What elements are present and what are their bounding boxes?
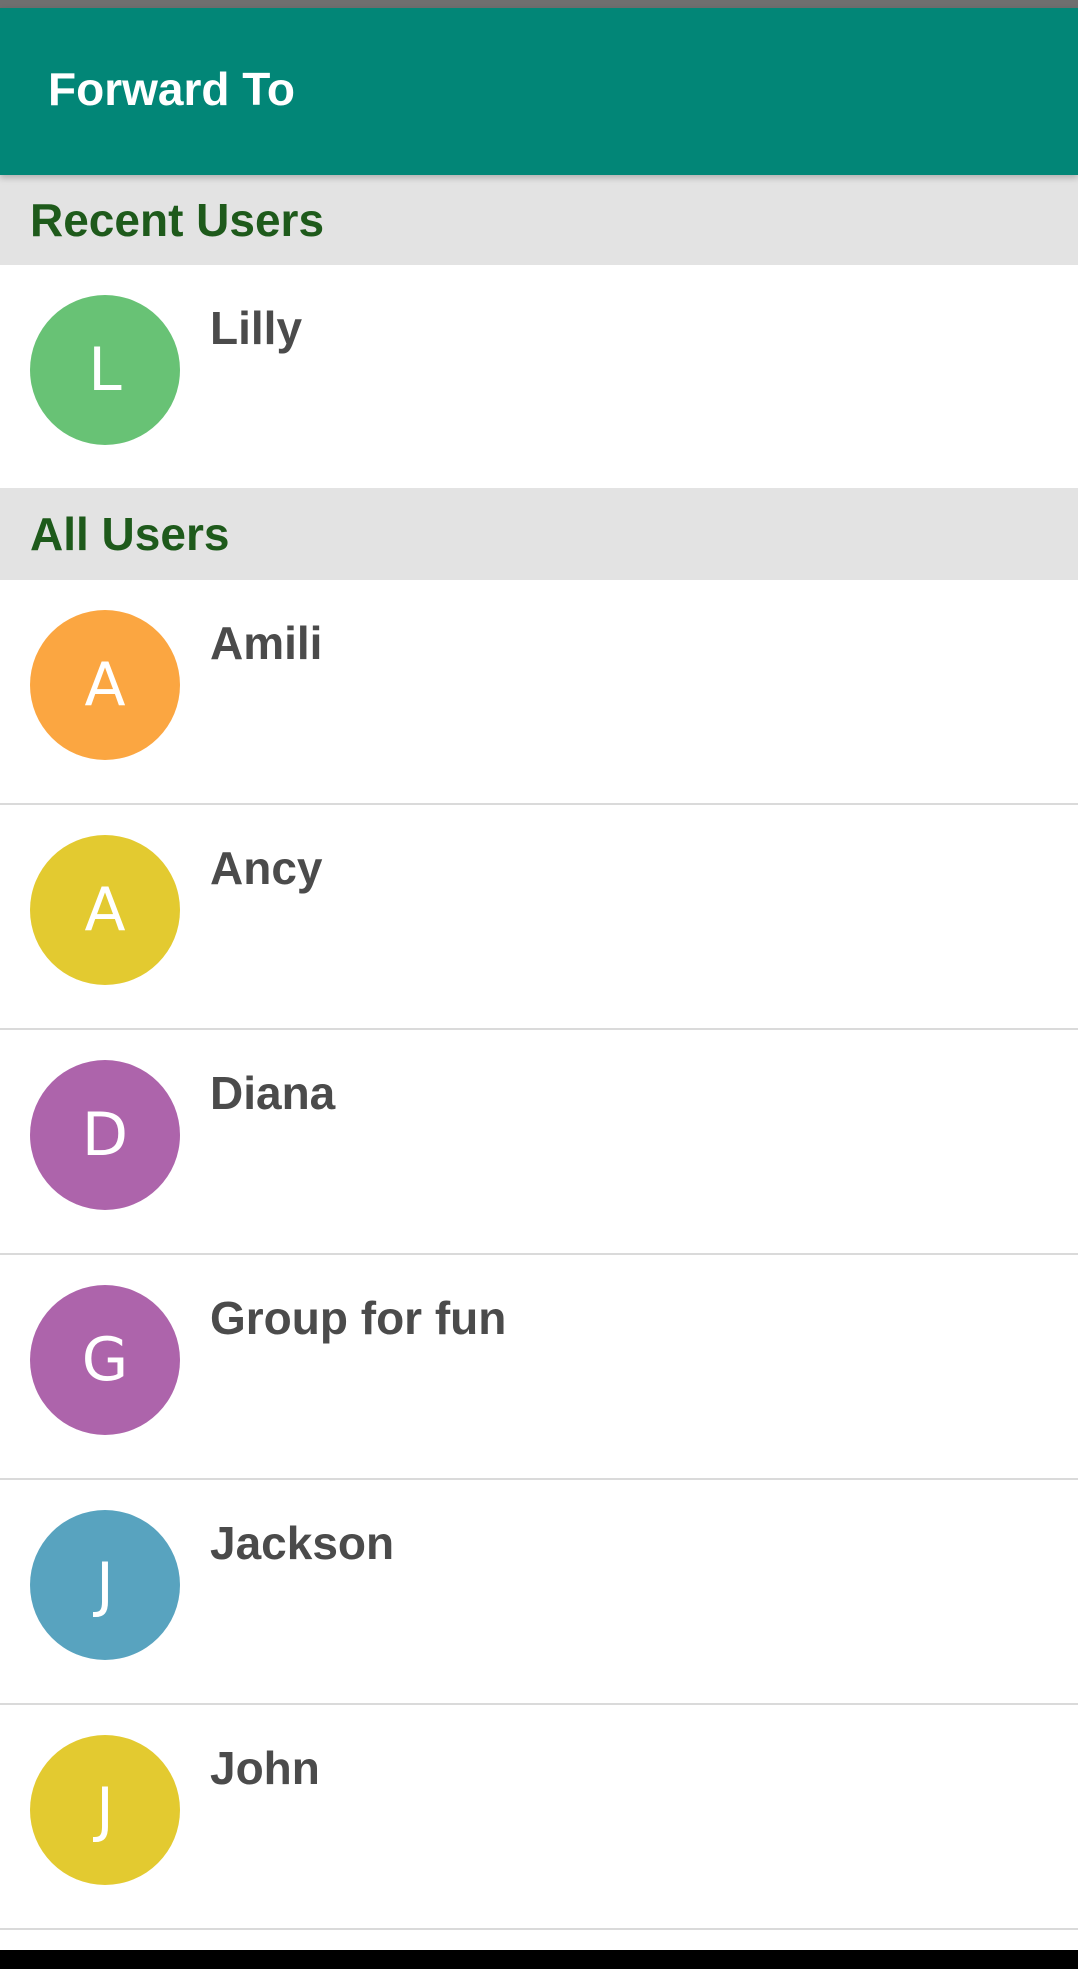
user-name-diana: Diana [210, 1067, 336, 1119]
status-bar [0, 0, 1078, 8]
user-name-jackson: Jackson [210, 1517, 395, 1569]
user-row-ancy[interactable]: A Ancy [0, 805, 1078, 1030]
user-row-jackson[interactable]: J Jackson [0, 1480, 1078, 1705]
user-name-lilly: Lilly [210, 302, 303, 354]
avatar-diana: D [30, 1060, 180, 1210]
app-bar: Forward To [0, 8, 1078, 175]
avatar-ancy: A [30, 835, 180, 985]
app-bar-title: Forward To [48, 63, 296, 115]
section-title-all-users: All Users [30, 508, 230, 560]
navigation-bar [0, 1950, 1078, 1969]
section-header-recent-users: Recent Users [0, 175, 1078, 265]
user-name-john: John [210, 1742, 320, 1794]
user-row-lilly[interactable]: L Lilly [0, 265, 1078, 490]
avatar-group-for-fun: G [30, 1285, 180, 1435]
user-row-amili[interactable]: A Amili [0, 580, 1078, 805]
avatar-lilly: L [30, 295, 180, 445]
avatar-amili: A [30, 610, 180, 760]
avatar-john: J [30, 1735, 180, 1885]
user-name-group-for-fun: Group for fun [210, 1292, 507, 1344]
user-row-diana[interactable]: D Diana [0, 1030, 1078, 1255]
user-name-ancy: Ancy [210, 842, 323, 894]
user-row-group-for-fun[interactable]: G Group for fun [0, 1255, 1078, 1480]
user-row-john[interactable]: J John [0, 1705, 1078, 1930]
forward-to-screen: Forward To Recent Users L Lilly All User… [0, 0, 1078, 1969]
user-name-amili: Amili [210, 617, 323, 669]
section-header-all-users: All Users [0, 488, 1078, 580]
avatar-jackson: J [30, 1510, 180, 1660]
section-title-recent-users: Recent Users [30, 194, 325, 246]
